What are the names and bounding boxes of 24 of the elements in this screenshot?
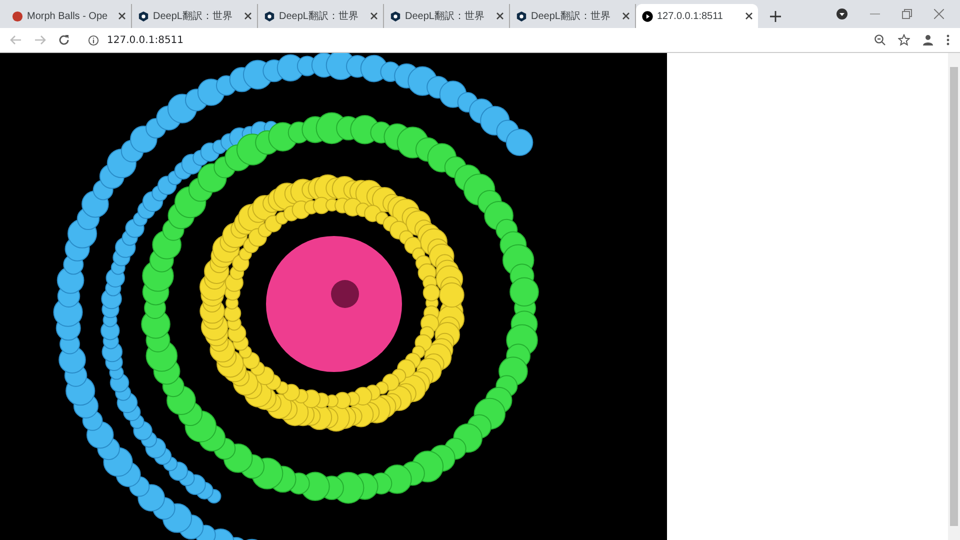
browser-tab[interactable]: Morph Balls - Ope [6,4,132,28]
close-icon[interactable] [118,12,126,20]
close-icon[interactable] [622,12,630,20]
menu-icon[interactable] [946,34,950,46]
close-icon[interactable] [244,12,252,20]
info-icon [88,34,99,46]
reload-icon[interactable] [58,34,70,46]
restore-icon[interactable] [902,9,912,19]
ball-icon [12,10,23,22]
browser-tab[interactable]: DeepL翻訳：世界 [258,4,384,28]
address-bar[interactable]: 127.0.0.1:8511 [82,30,862,50]
scrollbar[interactable] [948,53,960,540]
close-icon[interactable] [496,12,504,20]
close-icon[interactable] [745,12,753,20]
url-text: 127.0.0.1:8511 [107,34,184,46]
extension-icon[interactable] [836,8,848,20]
browser-tab[interactable]: 127.0.0.1:8511 [636,4,758,28]
star-icon[interactable] [898,34,910,46]
browser-tab[interactable]: DeepL翻訳：世界 [132,4,258,28]
zoom-icon[interactable] [874,34,886,46]
browser-tab[interactable]: DeepL翻訳：世界 [384,4,510,28]
close-icon[interactable] [370,12,378,20]
play-icon [642,10,653,22]
profile-icon[interactable] [922,34,934,46]
